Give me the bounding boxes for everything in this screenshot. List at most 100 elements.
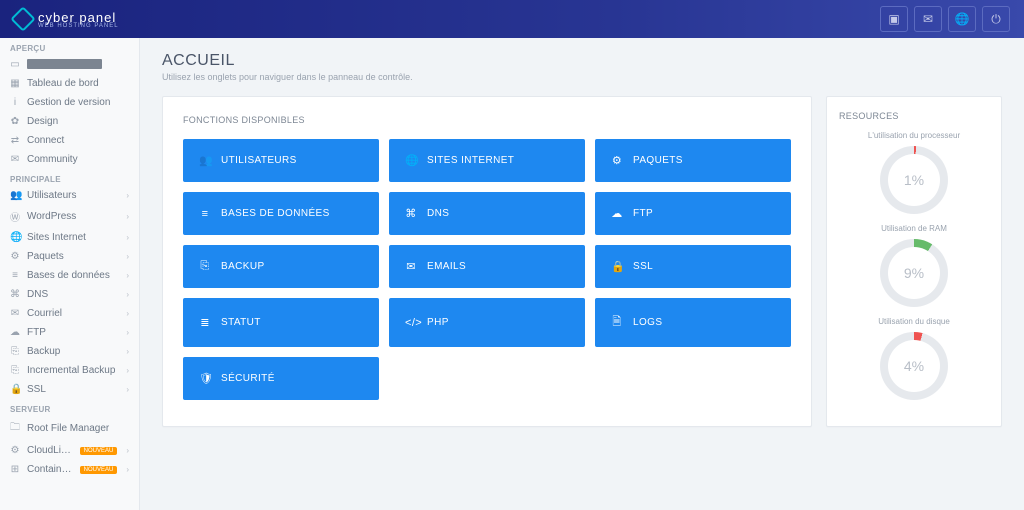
chevron-right-icon: › (126, 446, 129, 455)
sidebar-item-label: Gestion de version (27, 97, 129, 108)
sidebar-item-paquets-icon: ⚙ (10, 251, 20, 262)
sidebar-item-label: SSL (27, 384, 119, 395)
sidebar-item-tableau[interactable]: ▦Tableau de bord (0, 74, 139, 93)
youtube-icon[interactable]: ▣ (880, 6, 908, 32)
chevron-right-icon: › (126, 212, 129, 221)
tile-php-icon: </> (405, 317, 417, 329)
gauge-ring: 1% (880, 146, 948, 214)
tile-backup[interactable]: ⎘BACKUP (183, 245, 379, 288)
sidebar-item-db[interactable]: ≡ Bases de données › (0, 266, 139, 285)
brand: cyber panel WEB HOSTING PANEL (14, 10, 119, 29)
brand-logo-icon (10, 6, 35, 31)
chevron-right-icon: › (126, 366, 129, 375)
tile-paquets[interactable]: ⚙PAQUETS (595, 139, 791, 182)
gauge-ring: 4% (880, 332, 948, 400)
sidebar-item-wordpress-icon: Ⓦ (10, 209, 20, 224)
sidebar-item-version[interactable]: iGestion de version (0, 93, 139, 112)
sidebar-item-sites[interactable]: 🌐Sites Internet› (0, 228, 139, 247)
sidebar-item-courriel-icon: ✉ (10, 308, 20, 319)
tile-ssl-icon: 🔒 (611, 260, 623, 273)
sidebar-item-ftp[interactable]: ☁FTP› (0, 323, 139, 342)
gauge-value: 4% (880, 332, 948, 400)
sidebar-item-dashboard-masked[interactable]: ▭ (0, 55, 139, 74)
tile-sites[interactable]: 🌐SITES INTERNET (389, 139, 585, 182)
page-title: ACCUEIL (162, 52, 1002, 70)
tile-db[interactable]: ≡BASES DE DONNÉES (183, 192, 379, 235)
sidebar-item-label: Root File Manager (27, 423, 129, 434)
sidebar-item-cloudlinux[interactable]: ⚙CloudLinuxNOUVEAU› (0, 441, 139, 460)
sidebar-item-label: CloudLinux (27, 445, 73, 456)
sidebar-item-community[interactable]: ✉Community (0, 150, 139, 169)
main-content: ACCUEIL Utilisez les onglets pour navigu… (140, 38, 1024, 510)
sidebar-item-db-icon: ≡ (10, 270, 20, 281)
tile-label: LOGS (633, 317, 662, 328)
chat-icon[interactable]: ✉ (914, 6, 942, 32)
sidebar-item-label: Courriel (27, 308, 119, 319)
sidebar-section-title: SERVEUR (0, 399, 139, 416)
tile-statut[interactable]: ≣STATUT (183, 298, 379, 347)
sidebar-item-container[interactable]: ⊞ContainerizationNOUVEAU› (0, 460, 139, 479)
tile-label: BASES DE DONNÉES (221, 208, 330, 219)
sidebar-item-label: Bases de données (27, 270, 119, 281)
tile-securite[interactable]: 🛡SÉCURITÉ (183, 357, 379, 400)
chevron-right-icon: › (126, 347, 129, 356)
topbar-actions: ▣ ✉ 🌐 ⏻ (880, 6, 1010, 32)
tile-backup-icon: ⎘ (199, 260, 211, 273)
functions-heading: FONCTIONS DISPONIBLES (183, 115, 791, 125)
sidebar-section-title: PRINCIPALE (0, 169, 139, 186)
sidebar-item-connect[interactable]: ⇄ Connect (0, 131, 139, 150)
page-subtitle: Utilisez les onglets pour naviguer dans … (162, 72, 1002, 82)
sidebar-item-label: Incremental Backup (27, 365, 119, 376)
globe-icon[interactable]: 🌐 (948, 6, 976, 32)
chevron-right-icon: › (126, 191, 129, 200)
sidebar-item-courriel[interactable]: ✉Courriel› (0, 304, 139, 323)
sidebar-item-label: Paquets (27, 251, 119, 262)
sidebar-item-ssl[interactable]: 🔒SSL› (0, 380, 139, 399)
tile-logs-icon: 🗎 (611, 313, 623, 332)
sidebar-item-ftp-icon: ☁ (10, 327, 20, 338)
sidebar-item-label: Design (27, 116, 129, 127)
sidebar-item-container-icon: ⊞ (10, 464, 20, 475)
chevron-right-icon: › (126, 233, 129, 242)
sidebar-item-community-icon: ✉ (10, 154, 20, 165)
sidebar-item-root-file[interactable]: 🗀Root File Manager (0, 416, 139, 441)
power-icon[interactable]: ⏻ (982, 6, 1010, 32)
tile-label: SSL (633, 261, 653, 272)
tile-label: PHP (427, 317, 449, 328)
sidebar-item-design-icon: ✿ (10, 116, 20, 127)
gauge-value: 1% (880, 146, 948, 214)
tile-php[interactable]: </> PHP (389, 298, 585, 347)
sidebar-section-title: APERÇU (0, 38, 139, 55)
tile-label: FTP (633, 208, 653, 219)
gauge-label: L'utilisation du processeur (839, 131, 989, 140)
gauge-block: Utilisation de RAM9% (839, 224, 989, 307)
tile-utilisateurs[interactable]: 👥UTILISATEURS (183, 139, 379, 182)
sidebar-item-tableau-icon: ▦ (10, 78, 20, 89)
sidebar-item-incremental-icon: ⎘ (10, 365, 20, 376)
sidebar-item-connect-icon: ⇄ (10, 135, 20, 146)
sidebar-item-backup-icon: ⎘ (10, 346, 20, 357)
sidebar-item-dns[interactable]: ⌘DNS› (0, 285, 139, 304)
sidebar-item-incremental[interactable]: ⎘ Incremental Backup › (0, 361, 139, 380)
sidebar-item-utilisateurs[interactable]: 👥Utilisateurs› (0, 186, 139, 205)
sidebar-item-label: Backup (27, 346, 119, 357)
tile-ssl[interactable]: 🔒 SSL (595, 245, 791, 288)
sidebar-item-label: Sites Internet (27, 232, 119, 243)
tile-emails[interactable]: ✉EMAILS (389, 245, 585, 288)
gauge-ring: 9% (880, 239, 948, 307)
chevron-right-icon: › (126, 271, 129, 280)
topbar: cyber panel WEB HOSTING PANEL ▣ ✉ 🌐 ⏻ (0, 0, 1024, 38)
chevron-right-icon: › (126, 328, 129, 337)
sidebar-item-wordpress[interactable]: ⓌWordPress› (0, 205, 139, 228)
brand-subtitle: WEB HOSTING PANEL (38, 23, 119, 29)
tile-ftp[interactable]: ☁ FTP (595, 192, 791, 235)
resources-heading: RESOURCES (839, 111, 989, 121)
sidebar-item-design[interactable]: ✿ Design (0, 112, 139, 131)
tile-ftp-icon: ☁ (611, 207, 623, 220)
sidebar-item-paquets[interactable]: ⚙Paquets› (0, 247, 139, 266)
tile-dns[interactable]: ⌘DNS (389, 192, 585, 235)
sidebar-item-dns-icon: ⌘ (10, 289, 20, 300)
sidebar-item-backup[interactable]: ⎘ Backup › (0, 342, 139, 361)
tile-logs[interactable]: 🗎 LOGS (595, 298, 791, 347)
sidebar-item-label: Connect (27, 135, 129, 146)
